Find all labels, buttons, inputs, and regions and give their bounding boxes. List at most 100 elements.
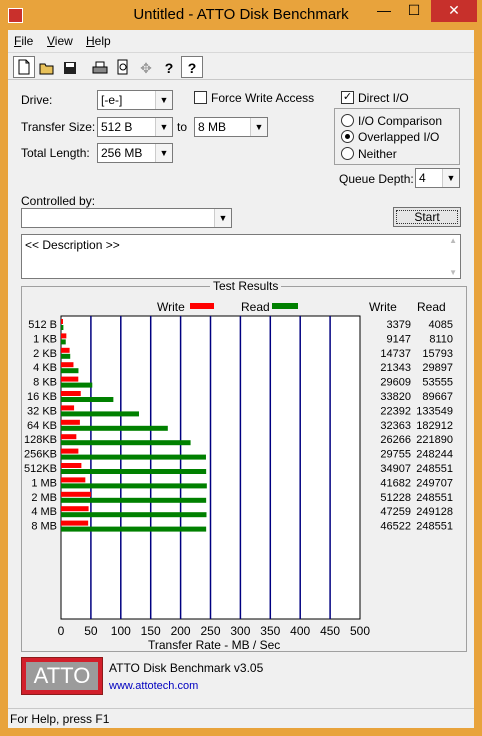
scroll-up-icon[interactable]: ▲ — [449, 236, 457, 245]
menu-help[interactable]: Help — [86, 34, 111, 48]
read-bar — [61, 469, 207, 474]
read-value: 221890 — [416, 434, 453, 446]
total-length-value: 256 MB — [101, 146, 143, 160]
save-icon[interactable] — [59, 56, 81, 78]
read-bar — [61, 339, 66, 345]
start-button-label: Start — [414, 210, 440, 224]
read-bar — [61, 483, 207, 489]
write-value: 41682 — [380, 477, 411, 489]
new-icon[interactable] — [13, 56, 35, 78]
read-bar — [61, 454, 206, 460]
x-tick-label: 50 — [84, 624, 98, 638]
context-help-icon[interactable]: ? — [181, 56, 203, 78]
help-icon[interactable]: ? — [158, 56, 180, 78]
chevron-down-icon: ▼ — [155, 144, 172, 162]
read-value: 182912 — [416, 420, 453, 432]
category-label: 512 B — [28, 319, 57, 331]
menu-help-label: elp — [94, 34, 111, 48]
category-label: 4 KB — [33, 362, 57, 374]
read-bar — [61, 353, 71, 359]
drive-select[interactable]: [-e-] ▼ — [97, 90, 173, 110]
io-comparison-radio[interactable] — [341, 114, 354, 127]
io-comparison-label: I/O Comparison — [358, 114, 443, 128]
overlapped-io-radio[interactable] — [341, 130, 354, 143]
menu-file-label: ile — [21, 34, 34, 48]
x-tick-label: 0 — [58, 624, 65, 638]
scroll-down-icon[interactable]: ▼ — [449, 268, 457, 277]
start-button[interactable]: Start — [393, 207, 461, 227]
read-value: 15793 — [422, 348, 453, 360]
write-bar — [61, 419, 80, 425]
write-bar — [61, 463, 82, 468]
maximize-button[interactable]: ☐ — [400, 0, 428, 22]
write-value: 26266 — [380, 434, 411, 446]
status-bar: For Help, press F1 — [8, 708, 474, 728]
transfer-size-from-select[interactable]: 512 B ▼ — [97, 117, 173, 137]
read-value: 248551 — [416, 521, 453, 533]
print-icon[interactable] — [89, 56, 111, 78]
controlled-by-select[interactable]: ▼ — [21, 208, 232, 228]
category-label: 512KB — [24, 463, 57, 475]
queue-depth-select[interactable]: 4 ▼ — [415, 168, 460, 188]
read-value: 248551 — [416, 492, 453, 504]
x-tick-label: 150 — [141, 624, 161, 638]
category-label: 2 KB — [33, 348, 57, 360]
app-window: Untitled - ATTO Disk Benchmark — ☐ ✕ Fil… — [0, 0, 482, 736]
write-bar — [61, 448, 79, 454]
category-label: 1 MB — [31, 477, 57, 489]
write-value: 51228 — [380, 492, 411, 504]
write-value: 29755 — [380, 449, 411, 461]
write-value: 22392 — [380, 405, 411, 417]
queue-depth-value: 4 — [419, 171, 426, 185]
category-label: 16 KB — [27, 391, 57, 403]
title-bar[interactable]: Untitled - ATTO Disk Benchmark — ☐ ✕ — [0, 0, 482, 30]
chevron-down-icon: ▼ — [155, 91, 172, 109]
read-bar — [61, 512, 207, 518]
write-value: 34907 — [380, 463, 411, 475]
category-label: 2 MB — [31, 492, 57, 504]
x-tick-label: 300 — [230, 624, 250, 638]
open-icon[interactable] — [36, 56, 58, 78]
read-value: 8110 — [429, 333, 453, 345]
atto-logo-text: ATTO — [26, 662, 98, 690]
x-tick-label: 450 — [320, 624, 340, 638]
total-length-select[interactable]: 256 MB ▼ — [97, 143, 173, 163]
x-tick-label: 350 — [260, 624, 280, 638]
description-textarea[interactable]: << Description >> ▲ ▼ — [21, 234, 461, 279]
website-link[interactable]: www.attotech.com — [109, 680, 198, 692]
move-icon[interactable]: ✥ — [135, 56, 157, 78]
read-value: 4085 — [429, 319, 453, 331]
write-value: 47259 — [380, 506, 411, 518]
queue-depth-label: Queue Depth: — [339, 172, 414, 186]
category-label: 8 MB — [31, 521, 57, 533]
direct-io-checkbox[interactable]: ✓ — [341, 91, 354, 104]
category-label: 4 MB — [31, 506, 57, 518]
write-bar — [61, 376, 79, 382]
read-value: 29897 — [422, 362, 453, 374]
write-value: 29609 — [380, 377, 411, 389]
neither-label: Neither — [358, 147, 397, 161]
status-text: For Help, press F1 — [10, 712, 110, 726]
menu-view-label: iew — [54, 34, 73, 48]
menu-file[interactable]: File — [14, 34, 33, 48]
category-label: 8 KB — [33, 377, 57, 389]
chevron-down-icon: ▼ — [155, 118, 172, 136]
description-text: << Description >> — [25, 238, 120, 252]
menu-view[interactable]: View — [47, 34, 73, 48]
category-label: 128KB — [24, 434, 57, 446]
write-value: 46522 — [380, 521, 411, 533]
menu-help-accel: H — [86, 34, 95, 48]
minimize-button[interactable]: — — [370, 0, 398, 22]
x-axis-label: Transfer Rate - MB / Sec — [148, 638, 281, 652]
chevron-down-icon: ▼ — [442, 169, 459, 187]
chevron-down-icon: ▼ — [250, 118, 267, 136]
transfer-size-to-select[interactable]: 8 MB ▼ — [194, 117, 268, 137]
atto-logo: ATTO — [21, 657, 103, 695]
close-button[interactable]: ✕ — [431, 0, 477, 22]
write-bar — [61, 319, 63, 324]
write-value: 21343 — [380, 362, 411, 374]
transfer-to-value: 8 MB — [198, 120, 227, 134]
print-preview-icon[interactable] — [112, 56, 134, 78]
force-write-checkbox[interactable] — [194, 91, 207, 104]
neither-radio[interactable] — [341, 147, 354, 160]
